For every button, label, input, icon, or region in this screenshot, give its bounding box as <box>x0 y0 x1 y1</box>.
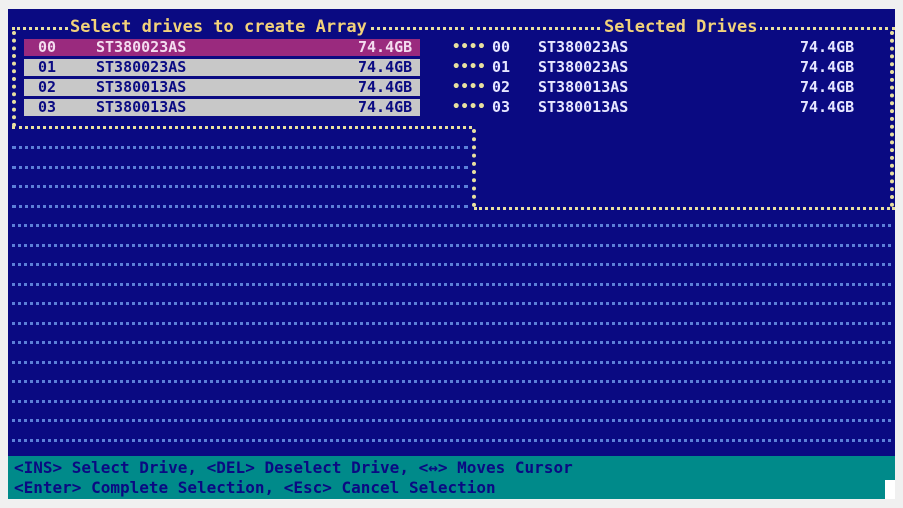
drive-row-02[interactable]: 02 ST380013AS 74.4GB <box>24 79 420 96</box>
background-dotted-line <box>12 399 891 403</box>
drive-size: 74.4GB <box>800 38 855 56</box>
background-dotted-line <box>12 165 468 169</box>
drive-row-00[interactable]: 00 ST380023AS 74.4GB <box>24 39 420 56</box>
left-panel-title: Select drives to create Array <box>68 16 369 38</box>
selected-drive-row-00[interactable]: 00 ST380023AS 74.4GB <box>486 39 886 56</box>
text-cursor <box>885 480 895 499</box>
drive-row-03[interactable]: 03 ST380013AS 74.4GB <box>24 99 420 116</box>
drive-id: 02 <box>492 78 511 96</box>
selected-drive-row-03[interactable]: 03 ST380013AS 74.4GB <box>486 99 886 116</box>
background-dotted-line <box>12 263 891 266</box>
left-panel-bottom-border <box>12 126 472 129</box>
drive-model: ST380013AS <box>538 78 629 96</box>
selected-drive-row-01[interactable]: 01 ST380023AS 74.4GB <box>486 59 886 76</box>
drive-size: 74.4GB <box>800 78 855 96</box>
drive-id: 00 <box>492 38 511 56</box>
drive-model: ST380023AS <box>96 38 187 56</box>
drive-size: 74.4GB <box>358 78 413 96</box>
background-dotted-line <box>12 302 891 305</box>
background-dotted-line <box>12 341 891 344</box>
right-panel-title: Selected Drives <box>602 16 760 38</box>
drive-id: 01 <box>38 58 57 76</box>
right-panel-right-border <box>890 31 894 207</box>
background-dotted-line <box>12 380 891 383</box>
drive-model: ST380023AS <box>538 58 629 76</box>
help-line-2: <Enter> Complete Selection, <Esc> Cancel… <box>14 478 496 497</box>
background-dotted-line <box>12 321 891 325</box>
background-dotted-line <box>12 185 468 188</box>
drive-id: 03 <box>492 98 511 116</box>
background-dotted-line <box>12 419 891 422</box>
drive-model: ST380013AS <box>538 98 629 116</box>
background-dotted-line <box>12 360 891 364</box>
drive-model: ST380013AS <box>96 98 187 116</box>
right-panel-bottom-border <box>474 207 895 210</box>
background-dotted-line <box>12 224 891 227</box>
drive-size: 74.4GB <box>358 58 413 76</box>
drive-model: ST380023AS <box>538 38 629 56</box>
connector-arrow-1: •••• <box>452 59 486 75</box>
right-panel-left-border <box>472 129 476 207</box>
bios-raid-screen: Select drives to create Array Selected D… <box>8 9 895 499</box>
drive-size: 74.4GB <box>800 98 855 116</box>
background-dotted-line <box>12 243 891 247</box>
drive-model: ST380013AS <box>96 78 187 96</box>
drive-id: 01 <box>492 58 511 76</box>
drive-model: ST380023AS <box>96 58 187 76</box>
drive-row-01[interactable]: 01 ST380023AS 74.4GB <box>24 59 420 76</box>
background-dotted-line <box>12 204 468 208</box>
drive-id: 03 <box>38 98 57 116</box>
background-dotted-line <box>12 282 891 286</box>
drive-size: 74.4GB <box>358 98 413 116</box>
connector-arrow-2: •••• <box>452 79 486 95</box>
selected-drive-row-02[interactable]: 02 ST380013AS 74.4GB <box>486 79 886 96</box>
help-line-1: <INS> Select Drive, <DEL> Deselect Drive… <box>14 458 573 477</box>
drive-id: 02 <box>38 78 57 96</box>
help-bar: <INS> Select Drive, <DEL> Deselect Drive… <box>8 456 895 499</box>
drive-size: 74.4GB <box>800 58 855 76</box>
connector-arrow-3: •••• <box>452 99 486 115</box>
drive-size: 74.4GB <box>358 38 413 56</box>
connector-arrow-0: •••• <box>452 39 486 55</box>
left-panel-left-border <box>12 31 16 127</box>
background-dotted-line <box>12 438 891 442</box>
background-dotted-line <box>12 146 468 149</box>
drive-id: 00 <box>38 38 57 56</box>
